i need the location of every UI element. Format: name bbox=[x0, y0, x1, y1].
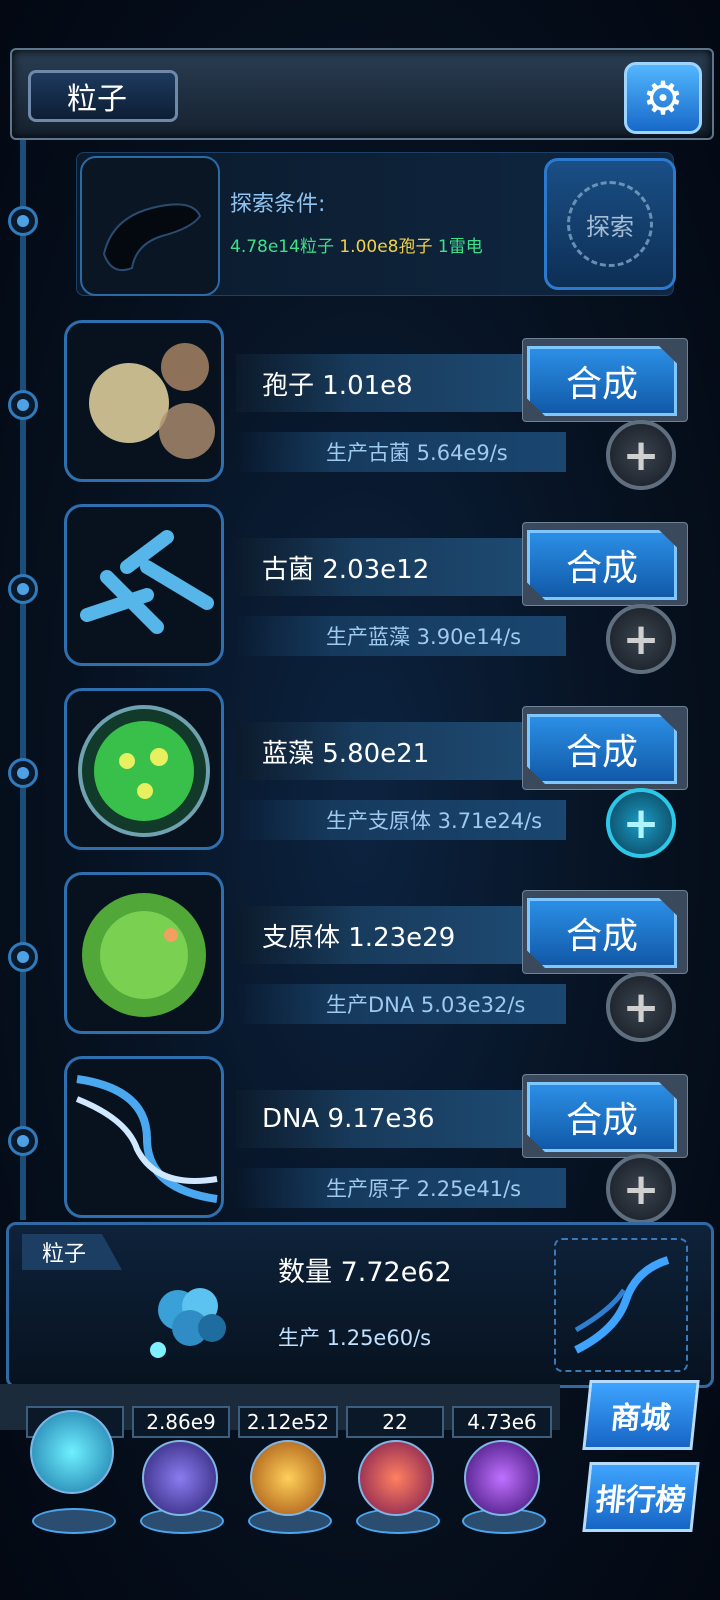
row-production: 生产DNA 5.03e32/s bbox=[236, 984, 566, 1024]
row-production: 生产古菌 5.64e9/s bbox=[236, 432, 566, 472]
rail-node bbox=[8, 390, 38, 420]
fingerprint-icon: 探索 bbox=[567, 181, 653, 267]
particle-rate: 生产 1.25e60/s bbox=[278, 1326, 432, 1350]
row-name: DNA 9.17e36 bbox=[236, 1090, 536, 1148]
synthesize-button[interactable]: 合成 bbox=[527, 1082, 677, 1152]
req-thunder: 1雷电 bbox=[437, 237, 483, 257]
row-name: 支原体 1.23e29 bbox=[236, 906, 536, 964]
leaderboard-button[interactable]: 排行榜 bbox=[582, 1462, 700, 1532]
synthesize-button[interactable]: 合成 bbox=[527, 714, 677, 784]
resource-count-fire: 2.12e52 bbox=[238, 1406, 338, 1438]
row-production: 生产原子 2.25e41/s bbox=[236, 1168, 566, 1208]
resource-count-brain: 22 bbox=[346, 1406, 444, 1438]
particle-orb-icon[interactable] bbox=[30, 1410, 114, 1494]
row-name: 蓝藻 5.80e21 bbox=[236, 722, 536, 780]
gear-icon: ⚙ bbox=[642, 71, 684, 125]
row-name: 孢子 1.01e8 bbox=[236, 354, 536, 412]
cyanobacteria-icon bbox=[64, 688, 224, 850]
vortex-orb-icon[interactable] bbox=[464, 1440, 540, 1516]
particle-quantity: 数量 7.72e62 bbox=[278, 1257, 452, 1288]
shop-button[interactable]: 商城 bbox=[582, 1380, 700, 1450]
fire-orb-icon[interactable] bbox=[250, 1440, 326, 1516]
plus-icon: + bbox=[622, 797, 660, 849]
explore-condition-label: 探索条件: bbox=[230, 192, 326, 217]
row-name: 古菌 2.03e12 bbox=[236, 538, 536, 596]
explore-button-label: 探索 bbox=[586, 212, 634, 241]
rail-node bbox=[8, 942, 38, 972]
upgrade-plus-button[interactable]: + bbox=[606, 1154, 676, 1224]
row-production: 生产蓝藻 3.90e14/s bbox=[236, 616, 566, 656]
rail-node bbox=[8, 574, 38, 604]
resource-count-vortex: 4.73e6 bbox=[452, 1406, 552, 1438]
rail-node bbox=[8, 758, 38, 788]
upgrade-plus-button[interactable]: + bbox=[606, 604, 676, 674]
plus-icon: + bbox=[622, 429, 660, 481]
plus-icon: + bbox=[622, 613, 660, 665]
upgrade-plus-button[interactable]: + bbox=[606, 788, 676, 858]
plus-icon: + bbox=[622, 1163, 660, 1215]
plus-icon: + bbox=[622, 981, 660, 1033]
rail-node bbox=[8, 1126, 38, 1156]
explore-target-icon bbox=[80, 156, 220, 296]
synthesize-button[interactable]: 合成 bbox=[527, 346, 677, 416]
particle-cluster-icon bbox=[138, 1270, 248, 1366]
synthesize-button[interactable]: 合成 bbox=[527, 898, 677, 968]
upgrade-plus-button[interactable]: + bbox=[606, 420, 676, 490]
left-rail bbox=[20, 140, 26, 1220]
req-spore: 1.00e8孢子 bbox=[339, 237, 433, 257]
rail-node bbox=[8, 206, 38, 236]
dna-emblem-icon bbox=[554, 1238, 688, 1372]
spore-icon bbox=[64, 320, 224, 482]
page-title: 粒子 bbox=[28, 70, 178, 122]
explore-button[interactable]: 探索 bbox=[544, 158, 676, 290]
synthesize-button[interactable]: 合成 bbox=[527, 530, 677, 600]
explore-requirements: 4.78e14粒子 1.00e8孢子 1雷电 bbox=[230, 232, 483, 257]
pedestal bbox=[32, 1508, 116, 1534]
settings-button[interactable]: ⚙ bbox=[624, 62, 702, 134]
req-particle: 4.78e14粒子 bbox=[230, 237, 334, 257]
archaea-icon bbox=[64, 504, 224, 666]
resource-count-thunder: 2.86e9 bbox=[132, 1406, 230, 1438]
brain-orb-icon[interactable] bbox=[358, 1440, 434, 1516]
thunder-orb-icon[interactable] bbox=[142, 1440, 218, 1516]
mycoplasma-icon bbox=[64, 872, 224, 1034]
upgrade-plus-button[interactable]: + bbox=[606, 972, 676, 1042]
dna-icon bbox=[64, 1056, 224, 1218]
row-production: 生产支原体 3.71e24/s bbox=[236, 800, 566, 840]
